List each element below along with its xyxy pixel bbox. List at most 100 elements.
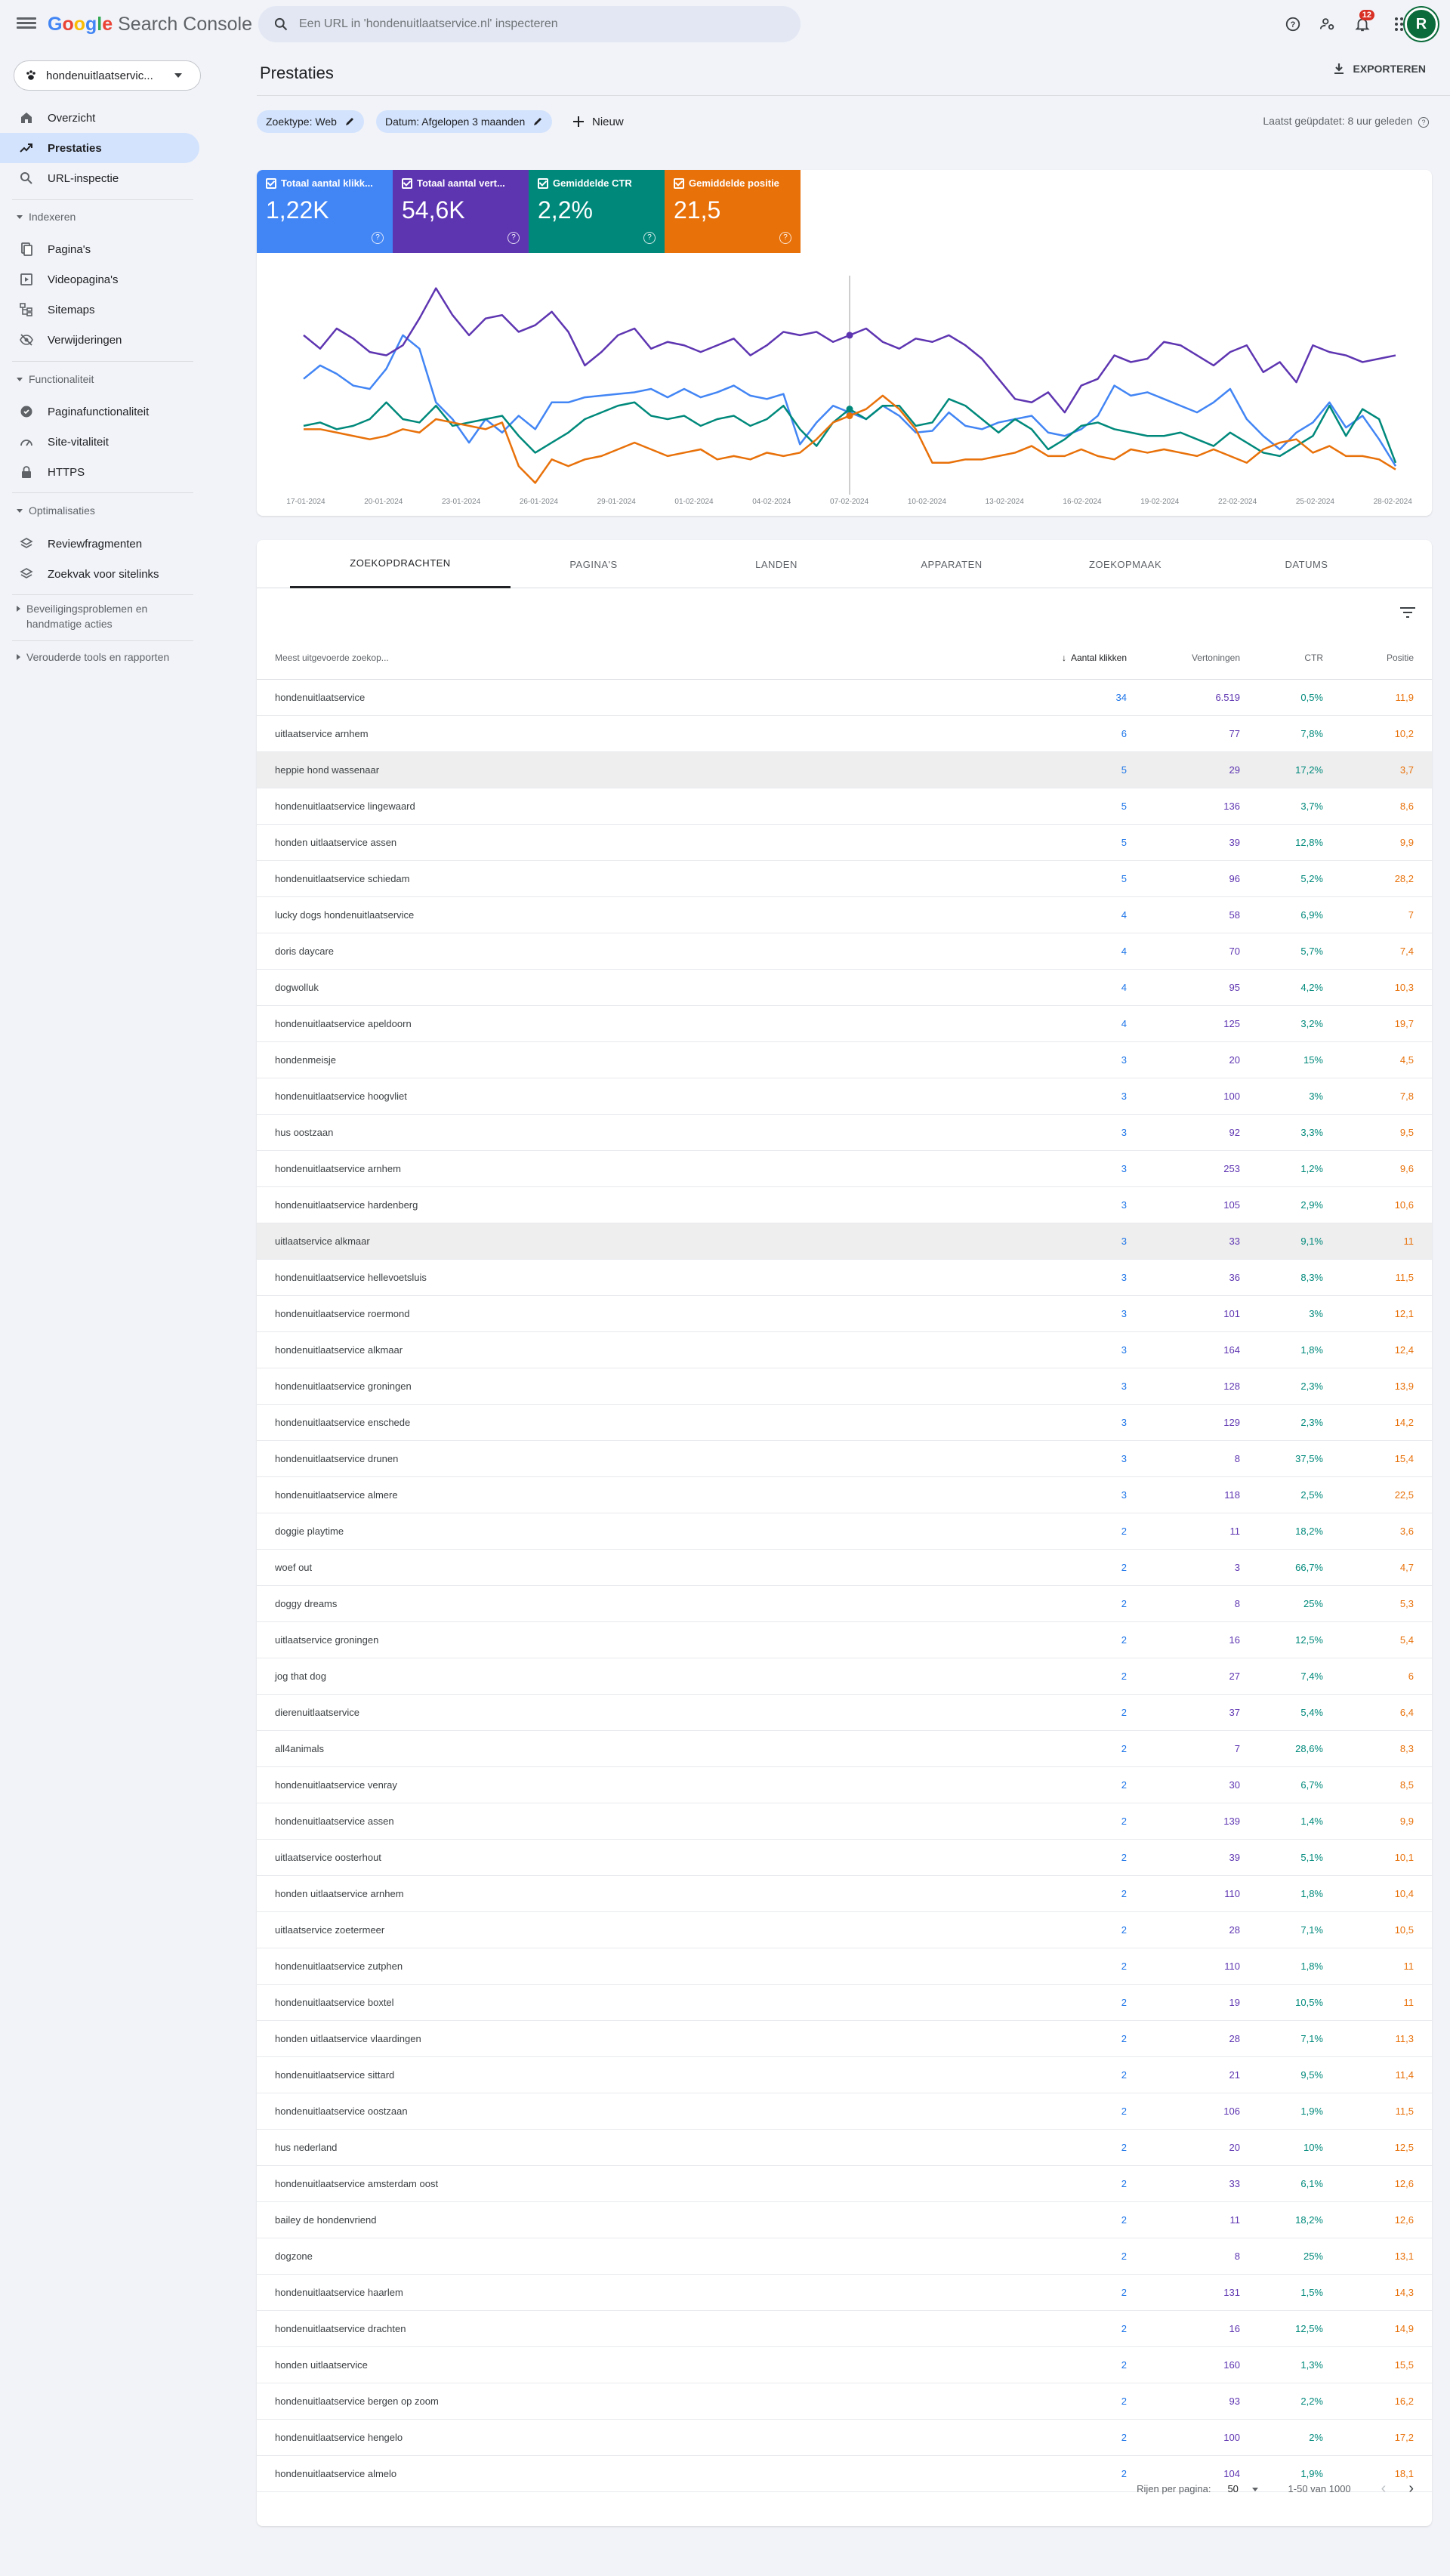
- table-row[interactable]: hondenuitlaatservice lingewaard 5 136 3,7% 8…: [257, 788, 1432, 825]
- filter-rows-icon[interactable]: [1400, 606, 1415, 619]
- sidebar-item-zoekvak-sitelinks[interactable]: Zoekvak voor sitelinks: [0, 559, 199, 589]
- sidebar-item-paginafunctionaliteit[interactable]: Paginafunctionaliteit: [0, 396, 199, 427]
- app-logo[interactable]: Google Search Console: [48, 14, 252, 35]
- cell-impressions: 33: [1145, 1223, 1258, 1260]
- sidebar-item-paginas[interactable]: Pagina's: [0, 234, 199, 264]
- table-row[interactable]: uitlaatservice alkmaar 3 33 9,1% 11: [257, 1223, 1432, 1260]
- filter-chip-date[interactable]: Datum: Afgelopen 3 maanden: [376, 110, 553, 133]
- sidebar-item-reviewfragmenten[interactable]: Reviewfragmenten: [0, 529, 199, 559]
- table-row[interactable]: woef out 2 3 66,7% 4,7: [257, 1549, 1432, 1586]
- table-row[interactable]: bailey de hondenvriend 2 11 18,2% 12,6: [257, 2201, 1432, 2238]
- column-header-position[interactable]: Positie: [1341, 637, 1432, 680]
- cell-clicks: 2: [1017, 1911, 1145, 1948]
- table-row[interactable]: dogzone 2 8 25% 13,1: [257, 2238, 1432, 2275]
- section-functionaliteit[interactable]: Functionaliteit: [17, 373, 94, 385]
- table-row[interactable]: dierenuitlaatservice 2 37 5,4% 6,4: [257, 1694, 1432, 1731]
- sidebar-item-videopaginas[interactable]: Videopagina's: [0, 264, 199, 295]
- section-beveiliging[interactable]: Beveiligingsproblemen en handmatige actie…: [17, 601, 147, 631]
- help-icon[interactable]: ?: [1276, 8, 1310, 41]
- table-row[interactable]: uitlaatservice arnhem 6 77 7,8% 10,2: [257, 715, 1432, 752]
- table-row[interactable]: doggie playtime 2 11 18,2% 3,6: [257, 1513, 1432, 1550]
- sidebar-item-https[interactable]: HTTPS: [0, 457, 199, 487]
- table-row[interactable]: hondenuitlaatservice roermond 3 101 3% 12,1: [257, 1295, 1432, 1332]
- table-row[interactable]: doggy dreams 2 8 25% 5,3: [257, 1585, 1432, 1622]
- table-row[interactable]: honden uitlaatservice arnhem 2 110 1,8% 10,4: [257, 1875, 1432, 1912]
- section-optimalisaties[interactable]: Optimalisaties: [17, 504, 95, 517]
- sidebar-item-label: Reviewfragmenten: [48, 537, 143, 551]
- table-row[interactable]: lucky dogs hondenuitlaatservice 4 58 6,9% 7: [257, 896, 1432, 933]
- table-row[interactable]: hondenuitlaatservice apeldoorn 4 125 3,2% 19…: [257, 1005, 1432, 1042]
- table-row[interactable]: all4animals 2 7 28,6% 8,3: [257, 1730, 1432, 1767]
- table-row[interactable]: hondenuitlaatservice assen 2 139 1,4% 9,9: [257, 1803, 1432, 1840]
- next-page-icon[interactable]: ›: [1408, 2480, 1414, 2497]
- notifications-bell-icon[interactable]: 12: [1346, 8, 1379, 41]
- info-icon[interactable]: ?: [1418, 117, 1429, 128]
- tab-zoekopdrachten[interactable]: ZOEKOPDRACHTEN: [290, 540, 511, 588]
- table-row[interactable]: honden uitlaatservice assen 5 39 12,8% 9,9: [257, 824, 1432, 861]
- sidebar-item-overzicht[interactable]: Overzicht: [0, 103, 199, 133]
- filter-chip-search-type[interactable]: Zoektype: Web: [257, 110, 364, 133]
- table-row[interactable]: hondenuitlaatservice drachten 2 16 12,5% 14,…: [257, 2310, 1432, 2347]
- table-row[interactable]: hondenuitlaatservice sittard 2 21 9,5% 11,4: [257, 2056, 1432, 2093]
- table-row[interactable]: hondenuitlaatservice hengelo 2 100 2% 17,2: [257, 2419, 1432, 2456]
- export-button[interactable]: EXPORTEREN: [1332, 62, 1426, 76]
- table-row[interactable]: hondenuitlaatservice 34 6.519 0,5% 11,9: [257, 679, 1432, 716]
- new-filter-button[interactable]: Nieuw: [572, 110, 624, 133]
- table-row[interactable]: uitlaatservice groningen 2 16 12,5% 5,4: [257, 1621, 1432, 1658]
- table-row[interactable]: hus oostzaan 3 92 3,3% 9,5: [257, 1114, 1432, 1151]
- table-row[interactable]: hondenuitlaatservice enschede 3 129 2,3% 14,…: [257, 1404, 1432, 1441]
- table-row[interactable]: hondenuitlaatservice drunen 3 8 37,5% 15,4: [257, 1440, 1432, 1477]
- table-row[interactable]: hondenuitlaatservice bergen op zoom 2 93 2,…: [257, 2383, 1432, 2420]
- table-row[interactable]: hondenuitlaatservice almere 3 118 2,5% 22,5: [257, 1476, 1432, 1513]
- column-header-query[interactable]: Meest uitgevoerde zoekop...: [257, 637, 1017, 680]
- table-row[interactable]: hondenuitlaatservice groningen 3 128 2,3% 13…: [257, 1368, 1432, 1405]
- table-row[interactable]: hondenuitlaatservice hardenberg 3 105 2,9% 1…: [257, 1186, 1432, 1223]
- column-header-impressions[interactable]: Vertoningen: [1145, 637, 1258, 680]
- cell-ctr: 10,5%: [1258, 1984, 1341, 2021]
- table-row[interactable]: honden uitlaatservice 2 160 1,3% 15,5: [257, 2346, 1432, 2383]
- table-row[interactable]: hondenuitlaatservice zutphen 2 110 1,8% 11: [257, 1948, 1432, 1985]
- section-verouderde-tools[interactable]: Verouderde tools en rapporten: [17, 651, 169, 663]
- table-row[interactable]: heppie hond wassenaar 5 29 17,2% 3,7: [257, 751, 1432, 788]
- table-row[interactable]: hondenmeisje 3 20 15% 4,5: [257, 1041, 1432, 1078]
- column-header-ctr[interactable]: CTR: [1258, 637, 1341, 680]
- table-row[interactable]: hondenuitlaatservice boxtel 2 19 10,5% 11: [257, 1984, 1432, 2021]
- sidebar-item-sitemaps[interactable]: Sitemaps: [0, 295, 199, 325]
- tab-datums[interactable]: DATUMS: [1223, 540, 1390, 588]
- tab-zoekopmaak[interactable]: ZOEKOPMAAK: [1042, 540, 1208, 588]
- table-row[interactable]: doris daycare 4 70 5,7% 7,4: [257, 933, 1432, 970]
- rows-per-page-select[interactable]: 50: [1227, 2483, 1258, 2494]
- previous-page-icon[interactable]: ‹: [1381, 2480, 1387, 2497]
- table-row[interactable]: uitlaatservice oosterhout 2 39 5,1% 10,1: [257, 1839, 1432, 1876]
- sidebar-item-verwijderingen[interactable]: Verwijderingen: [0, 325, 199, 355]
- account-avatar[interactable]: R: [1405, 8, 1438, 41]
- main-menu-icon[interactable]: [17, 15, 36, 33]
- tab-landen[interactable]: LANDEN: [693, 540, 859, 588]
- column-header-clicks[interactable]: ↓ Aantal klikken: [1017, 637, 1145, 680]
- table-row[interactable]: hondenuitlaatservice alkmaar 3 164 1,8% 12,4: [257, 1331, 1432, 1368]
- table-row[interactable]: hondenuitlaatservice amsterdam oost 2 33 6,…: [257, 2165, 1432, 2202]
- tab-apparaten[interactable]: APPARATEN: [868, 540, 1035, 588]
- cell-ctr: 6,9%: [1258, 896, 1341, 933]
- table-row[interactable]: uitlaatservice zoetermeer 2 28 7,1% 10,5: [257, 1911, 1432, 1948]
- section-indexeren[interactable]: Indexeren: [17, 211, 76, 223]
- table-row[interactable]: jog that dog 2 27 7,4% 6: [257, 1658, 1432, 1695]
- url-inspect-input[interactable]: [299, 17, 752, 31]
- sidebar-item-prestaties[interactable]: Prestaties: [0, 133, 199, 163]
- table-row[interactable]: hondenuitlaatservice arnhem 3 253 1,2% 9,6: [257, 1150, 1432, 1187]
- sidebar-item-url-inspectie[interactable]: URL-inspectie: [0, 163, 199, 193]
- property-selector[interactable]: hondenuitlaatservic...: [14, 60, 201, 91]
- table-row[interactable]: hondenuitlaatservice venray 2 30 6,7% 8,5: [257, 1766, 1432, 1803]
- url-inspect-search-bar[interactable]: [258, 6, 801, 42]
- table-row[interactable]: hondenuitlaatservice hoogvliet 3 100 3% 7,8: [257, 1078, 1432, 1115]
- table-row[interactable]: hondenuitlaatservice oostzaan 2 106 1,9% 11,…: [257, 2093, 1432, 2130]
- tab-paginas[interactable]: PAGINA'S: [511, 540, 677, 588]
- table-row[interactable]: dogwolluk 4 95 4,2% 10,3: [257, 969, 1432, 1006]
- sidebar-item-site-vitaliteit[interactable]: Site-vitaliteit: [0, 427, 199, 457]
- table-row[interactable]: honden uitlaatservice vlaardingen 2 28 7,1%…: [257, 2020, 1432, 2057]
- manage-users-icon[interactable]: [1311, 8, 1344, 41]
- table-row[interactable]: hondenuitlaatservice haarlem 2 131 1,5% 14,3: [257, 2274, 1432, 2311]
- table-row[interactable]: hondenuitlaatservice hellevoetsluis 3 36 8,…: [257, 1259, 1432, 1296]
- table-row[interactable]: hus nederland 2 20 10% 12,5: [257, 2129, 1432, 2166]
- table-row[interactable]: hondenuitlaatservice schiedam 5 96 5,2% 28,2: [257, 860, 1432, 897]
